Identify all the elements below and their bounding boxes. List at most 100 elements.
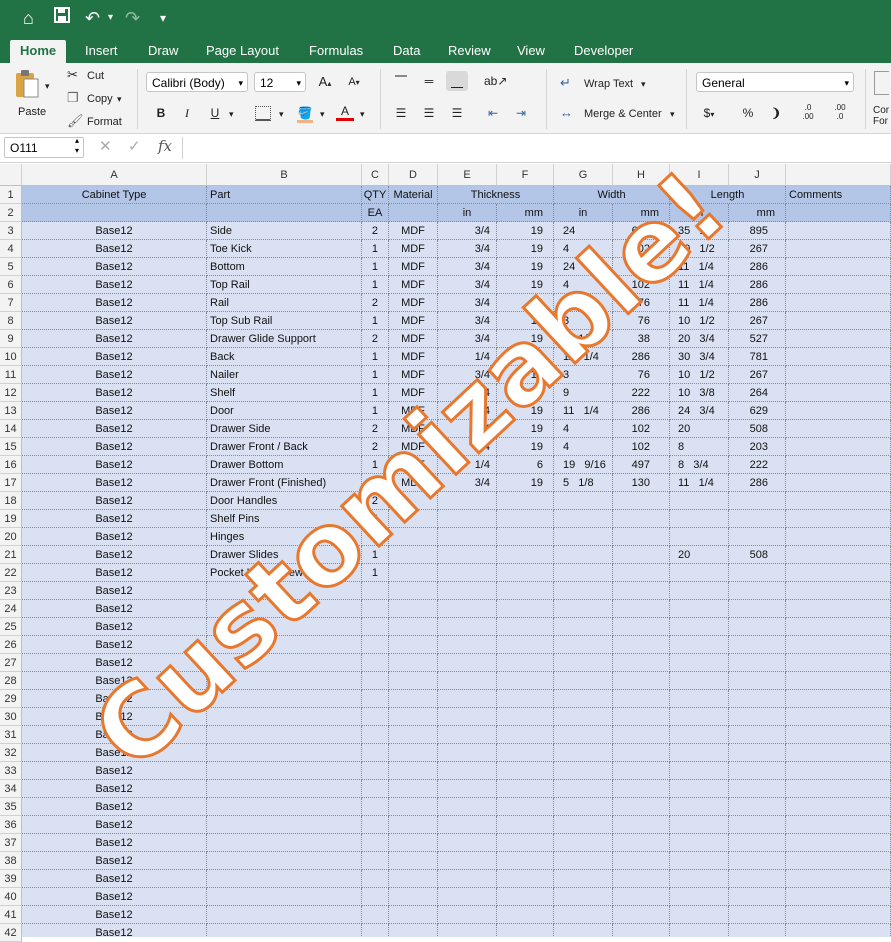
table-cell[interactable] (554, 870, 613, 888)
table-cell[interactable] (729, 816, 786, 834)
table-cell[interactable] (362, 744, 389, 762)
row-header[interactable]: 29 (0, 690, 22, 708)
row-header[interactable]: 42 (0, 924, 22, 942)
table-cell[interactable]: Base12 (22, 366, 207, 384)
select-all-corner[interactable] (0, 164, 22, 186)
table-cell[interactable] (362, 798, 389, 816)
row-header[interactable]: 9 (0, 330, 22, 348)
table-cell[interactable] (670, 744, 729, 762)
row-header[interactable]: 37 (0, 834, 22, 852)
row-header[interactable]: 23 (0, 582, 22, 600)
table-cell[interactable]: 20 (670, 420, 729, 438)
decrease-indent-button[interactable]: ⇤ (482, 103, 504, 123)
table-cell[interactable]: 10 3/8 (670, 384, 729, 402)
table-cell[interactable]: 4 (554, 240, 613, 258)
table-cell[interactable]: 19 (497, 474, 554, 492)
table-cell[interactable]: 1 1/2 (554, 330, 613, 348)
table-cell[interactable] (729, 654, 786, 672)
table-cell[interactable]: Hinges (207, 528, 362, 546)
table-cell[interactable] (786, 564, 891, 582)
table-cell[interactable]: 24 (554, 222, 613, 240)
tab-home[interactable]: Home (10, 40, 67, 63)
table-cell[interactable]: 102 (613, 240, 670, 258)
table-cell[interactable] (554, 744, 613, 762)
table-cell[interactable]: 1 (362, 402, 389, 420)
table-cell[interactable] (362, 708, 389, 726)
row-header[interactable]: 16 (0, 456, 22, 474)
row-header[interactable]: 34 (0, 780, 22, 798)
orientation-button[interactable]: ab↗ (484, 71, 507, 91)
column-header-i[interactable]: I (670, 164, 729, 186)
table-cell[interactable] (207, 582, 362, 600)
table-cell[interactable]: Base12 (22, 600, 207, 618)
table-cell[interactable] (613, 510, 670, 528)
table-cell[interactable] (389, 924, 438, 937)
row-header[interactable]: 6 (0, 276, 22, 294)
table-cell[interactable]: 1 (362, 240, 389, 258)
tab-insert[interactable]: Insert (85, 42, 118, 63)
subheader-qty-unit[interactable]: EA (362, 204, 389, 222)
table-cell[interactable]: 3/4 (438, 438, 497, 456)
table-cell[interactable] (786, 924, 891, 937)
table-cell[interactable] (613, 654, 670, 672)
table-cell[interactable] (786, 906, 891, 924)
undo-icon[interactable]: ↶ (85, 7, 100, 29)
column-header-h[interactable]: H (613, 164, 670, 186)
table-cell[interactable]: 76 (613, 294, 670, 312)
enter-icon[interactable]: ✓ (128, 139, 141, 154)
table-cell[interactable]: Shelf (207, 384, 362, 402)
table-cell[interactable] (729, 510, 786, 528)
table-cell[interactable]: Base12 (22, 402, 207, 420)
table-cell[interactable] (497, 510, 554, 528)
table-cell[interactable]: 11 1/4 (554, 348, 613, 366)
table-cell[interactable]: 76 (613, 366, 670, 384)
table-cell[interactable]: 286 (613, 402, 670, 420)
copy-icon[interactable]: ❐ (67, 91, 79, 105)
table-cell[interactable] (786, 204, 891, 222)
font-color-button[interactable]: A (334, 101, 356, 121)
table-cell[interactable] (670, 600, 729, 618)
table-cell[interactable]: 10 1/2 (670, 366, 729, 384)
table-cell[interactable] (554, 492, 613, 510)
table-cell[interactable] (613, 816, 670, 834)
table-cell[interactable] (670, 564, 729, 582)
table-cell[interactable] (362, 816, 389, 834)
header-qty[interactable]: QTY (362, 186, 389, 204)
table-cell[interactable] (362, 600, 389, 618)
table-cell[interactable]: Nailer (207, 366, 362, 384)
table-cell[interactable] (497, 780, 554, 798)
table-cell[interactable] (389, 204, 438, 222)
table-cell[interactable] (670, 654, 729, 672)
table-cell[interactable]: 19 (497, 240, 554, 258)
table-cell[interactable]: 5 1/8 (554, 474, 613, 492)
table-cell[interactable]: Pocket Hole Screw Lot (207, 564, 362, 582)
table-cell[interactable]: Bottom (207, 258, 362, 276)
table-cell[interactable] (729, 870, 786, 888)
table-cell[interactable]: 527 (729, 330, 786, 348)
table-cell[interactable] (497, 492, 554, 510)
table-cell[interactable]: 1 (362, 474, 389, 492)
table-cell[interactable] (670, 726, 729, 744)
table-cell[interactable]: 11 1/4 (670, 276, 729, 294)
table-cell[interactable]: 19 (497, 384, 554, 402)
table-cell[interactable] (362, 852, 389, 870)
table-cell[interactable]: 9 (554, 384, 613, 402)
table-cell[interactable] (554, 510, 613, 528)
table-cell[interactable]: 1/4 (438, 348, 497, 366)
home-icon[interactable]: ⌂ (23, 7, 34, 29)
table-cell[interactable] (554, 618, 613, 636)
table-cell[interactable] (786, 780, 891, 798)
currency-button[interactable]: $▾ (698, 103, 720, 123)
table-cell[interactable]: MDF (389, 294, 438, 312)
format-painter-icon[interactable]: 🖌 (67, 114, 84, 128)
table-cell[interactable]: 20 3/4 (670, 330, 729, 348)
subheader-thickness-in[interactable]: in (438, 204, 497, 222)
table-cell[interactable] (207, 600, 362, 618)
table-cell[interactable]: Drawer Glide Support (207, 330, 362, 348)
table-cell[interactable] (497, 888, 554, 906)
table-cell[interactable]: 11 1/4 (670, 294, 729, 312)
table-cell[interactable]: 286 (729, 294, 786, 312)
subheader-width-mm[interactable]: mm (613, 204, 670, 222)
table-cell[interactable] (497, 582, 554, 600)
table-cell[interactable] (729, 744, 786, 762)
